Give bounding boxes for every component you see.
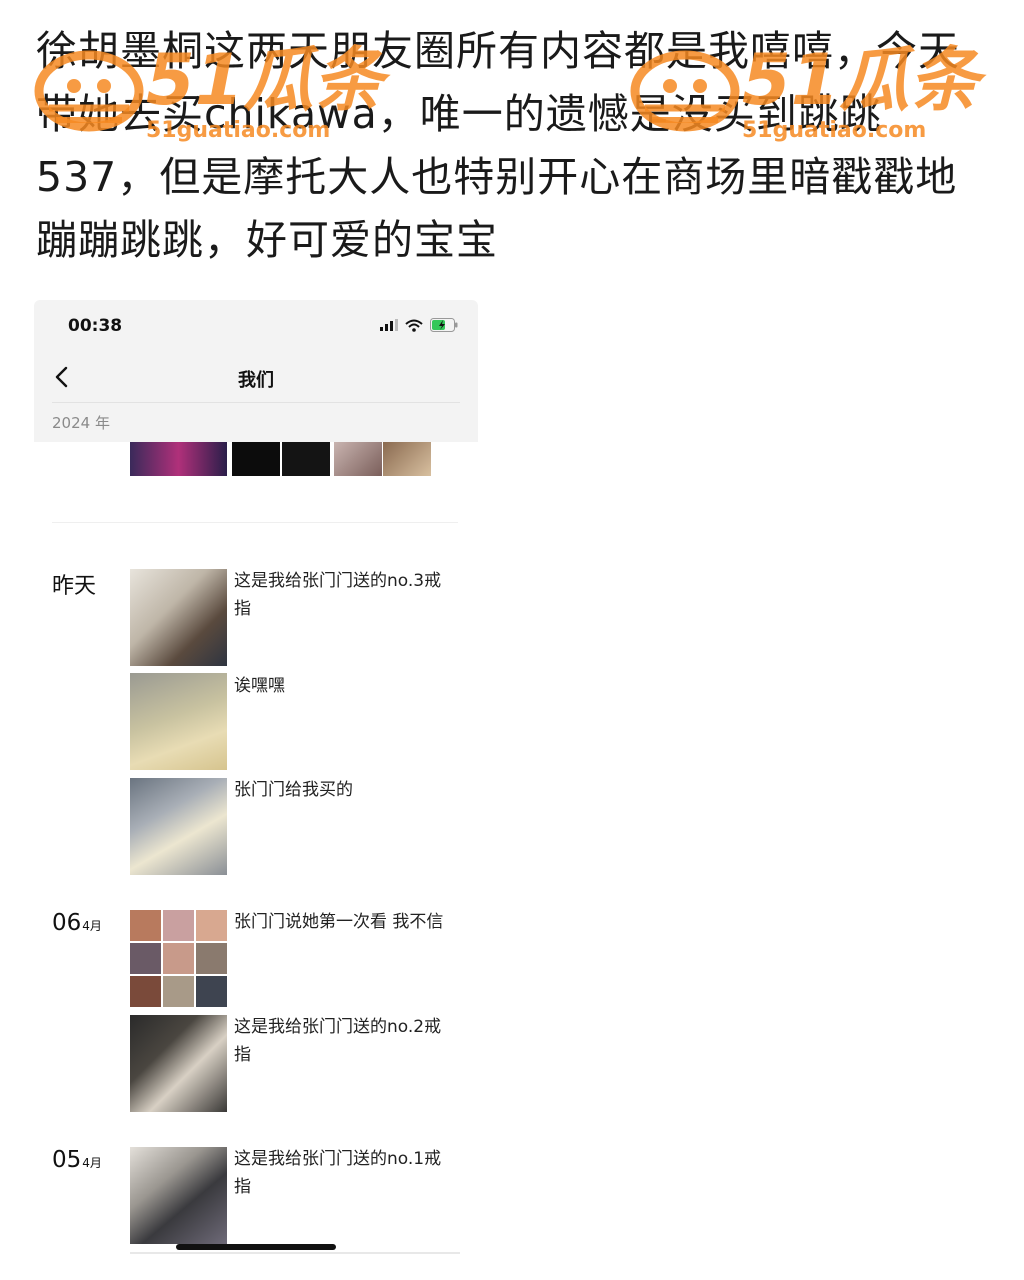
wifi-icon — [405, 319, 423, 332]
photo-thumbnail[interactable] — [383, 442, 431, 476]
date-month: 4月 — [82, 1156, 102, 1170]
grid-photo[interactable] — [163, 976, 194, 1007]
grid-photo[interactable] — [130, 943, 161, 974]
date-label-0504: 054月 — [52, 1147, 102, 1173]
entry-text[interactable]: 张门门给我买的 — [234, 776, 444, 804]
entry-text[interactable]: 这是我给张门门送的no.2戒指 — [234, 1013, 444, 1069]
entry-photo[interactable] — [130, 673, 227, 770]
post-caption: 徐胡墨桐这两天朋友圈所有内容都是我嘻嘻，今天带她去买chikawa，唯一的遗憾是… — [36, 27, 960, 264]
bottom-divider — [130, 1252, 460, 1254]
photo-thumbnail[interactable] — [232, 442, 280, 476]
year-label: 2024 年 — [52, 414, 110, 432]
entry-text[interactable]: 这是我给张门门送的no.1戒指 — [234, 1145, 444, 1201]
entry-photo[interactable] — [130, 1015, 227, 1112]
phone-screenshot: 00:38 我们 2024 年 昨天 这是我给张门门送的no.3戒指 诶嘿嘿 张… — [34, 300, 478, 1280]
photo-thumbnail[interactable] — [282, 442, 330, 476]
nav-title: 我们 — [238, 370, 274, 391]
grid-photo[interactable] — [163, 910, 194, 941]
grid-photo[interactable] — [163, 943, 194, 974]
photo-thumbnail[interactable] — [130, 442, 227, 476]
status-time: 00:38 — [68, 316, 123, 336]
photo-thumbnail[interactable] — [334, 442, 382, 476]
date-label-yesterday: 昨天 — [52, 574, 97, 599]
date-label-0604: 064月 — [52, 910, 102, 936]
grid-photo[interactable] — [196, 976, 227, 1007]
grid-photo[interactable] — [130, 910, 161, 941]
entry-text[interactable]: 张门门说她第一次看 我不信 — [234, 908, 444, 936]
home-indicator[interactable] — [176, 1244, 336, 1250]
grid-photo[interactable] — [130, 976, 161, 1007]
entry-text[interactable]: 诶嘿嘿 — [234, 672, 444, 700]
entry-photo[interactable] — [130, 778, 227, 875]
entry-photo-grid[interactable] — [130, 910, 227, 1007]
entry-photo[interactable] — [130, 1147, 227, 1244]
signal-icon — [380, 319, 398, 331]
date-month: 4月 — [82, 919, 102, 933]
section-divider — [52, 522, 458, 523]
grid-photo[interactable] — [196, 943, 227, 974]
grid-photo[interactable] — [196, 910, 227, 941]
entry-photo[interactable] — [130, 569, 227, 666]
status-icons — [380, 318, 458, 332]
battery-charging-icon — [430, 318, 458, 332]
date-day: 06 — [52, 910, 82, 936]
entry-text[interactable]: 这是我给张门门送的no.3戒指 — [234, 567, 444, 623]
date-day: 05 — [52, 1147, 82, 1173]
phone-header: 00:38 我们 2024 年 — [34, 300, 478, 442]
nav-divider — [52, 402, 460, 403]
